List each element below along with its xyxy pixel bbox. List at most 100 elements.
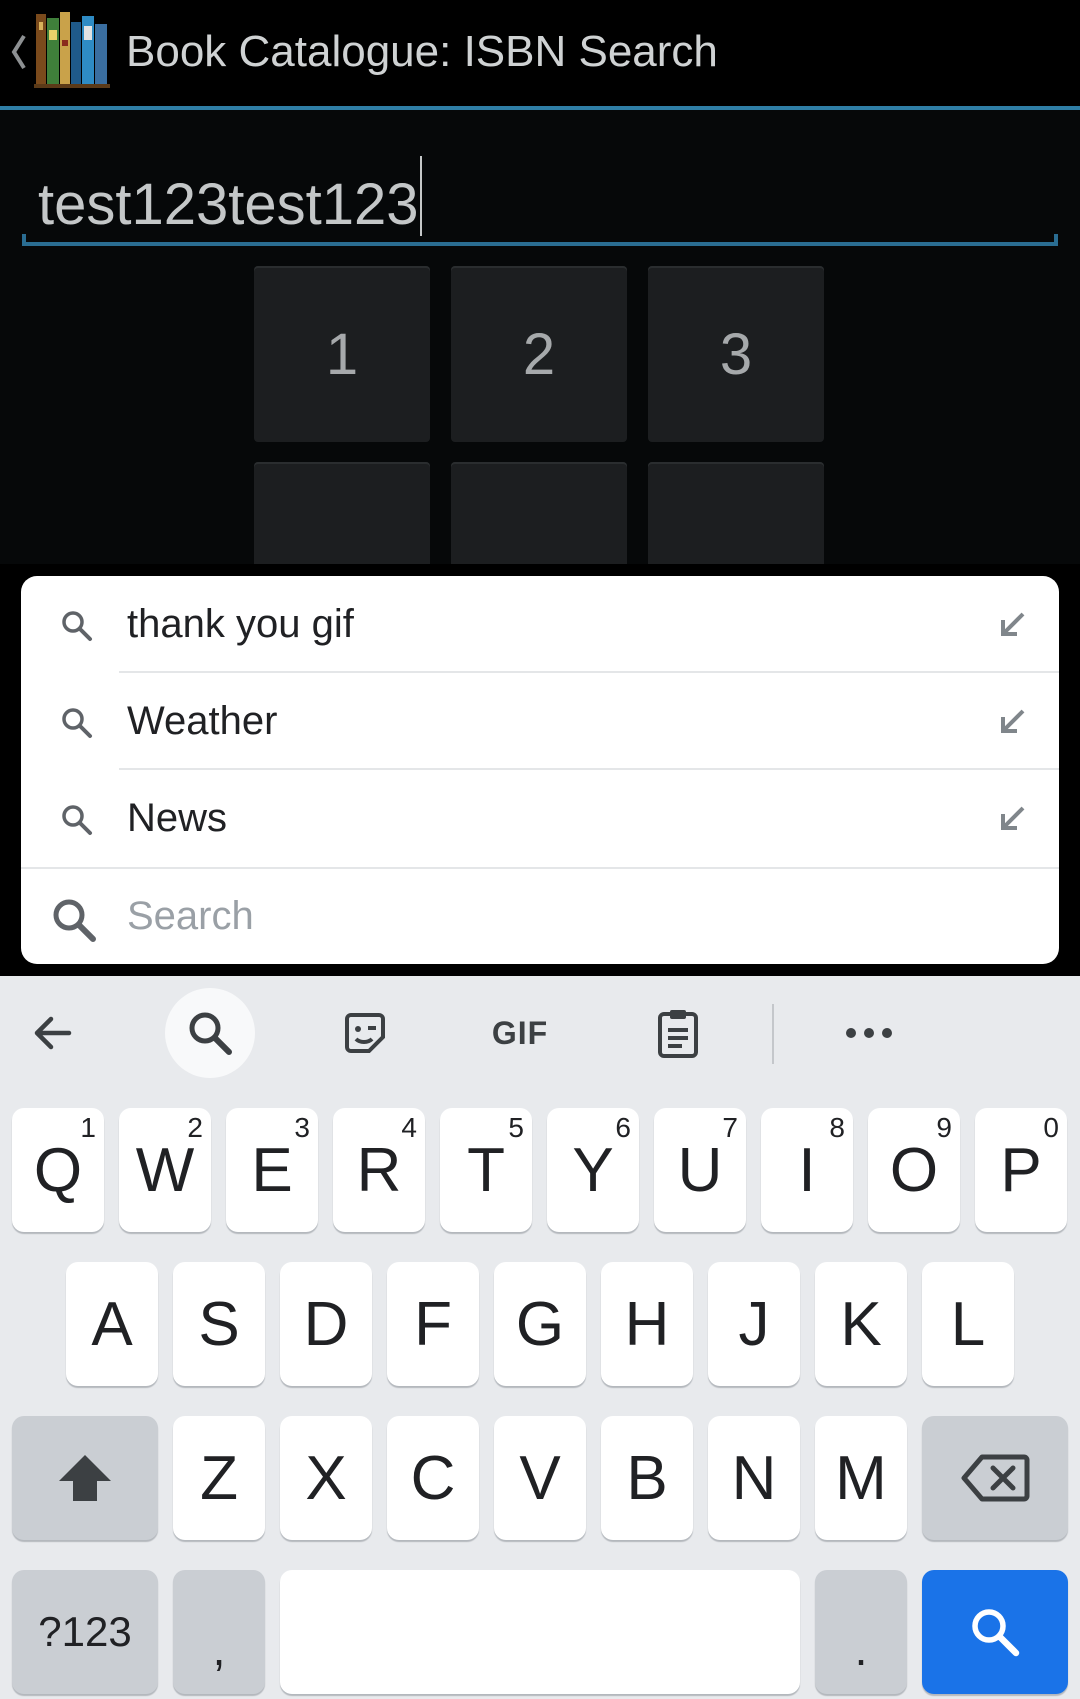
action-bar-divider — [0, 106, 1080, 110]
key-d[interactable]: D — [280, 1262, 372, 1386]
key-y[interactable]: Y6 — [547, 1108, 639, 1232]
key-s[interactable]: S — [173, 1262, 265, 1386]
backspace-key[interactable] — [922, 1416, 1068, 1540]
isbn-input-text: test123test123 — [38, 156, 422, 240]
comma-key[interactable]: , — [173, 1570, 265, 1694]
gif-icon[interactable]: GIF — [475, 988, 565, 1078]
isbn-input[interactable]: test123test123 — [22, 142, 1058, 246]
suggestion-item[interactable]: thank you gif — [21, 576, 1059, 673]
key-v[interactable]: V — [494, 1416, 586, 1540]
search-icon — [53, 899, 96, 942]
key-t[interactable]: T5 — [440, 1108, 532, 1232]
key-k[interactable]: K — [815, 1262, 907, 1386]
key-l[interactable]: L — [922, 1262, 1014, 1386]
key-label: Q — [33, 1135, 83, 1205]
search-icon — [62, 708, 92, 738]
app-logo-icon[interactable] — [34, 10, 110, 90]
arrow-up-left-icon[interactable] — [991, 701, 1031, 741]
space-key[interactable] — [280, 1570, 800, 1694]
backspace-icon — [961, 1454, 1030, 1502]
key-hint: 1 — [80, 1112, 96, 1143]
arrow-up-left-icon[interactable] — [991, 604, 1031, 644]
numpad-key-3[interactable]: 3 — [648, 266, 824, 442]
key-label: E — [251, 1135, 293, 1205]
key-hint: 7 — [722, 1112, 738, 1143]
shift-key[interactable] — [12, 1416, 158, 1540]
keyboard-toolbar: GIF — [0, 976, 1080, 1092]
key-h[interactable]: H — [601, 1262, 693, 1386]
key-label: R — [356, 1135, 402, 1205]
key-e[interactable]: E3 — [226, 1108, 318, 1232]
key-b[interactable]: B — [601, 1416, 693, 1540]
key-n[interactable]: N — [708, 1416, 800, 1540]
key-hint: 6 — [615, 1112, 631, 1143]
back-arrow-icon[interactable] — [8, 988, 98, 1078]
more-icon[interactable] — [824, 988, 914, 1078]
key-c[interactable]: C — [387, 1416, 479, 1540]
period-label: . — [854, 1623, 868, 1675]
text-caret — [419, 156, 422, 236]
toolbar-divider — [772, 1004, 774, 1064]
suggestion-item[interactable]: Weather — [21, 673, 1059, 770]
key-g[interactable]: G — [494, 1262, 586, 1386]
key-z[interactable]: Z — [173, 1416, 265, 1540]
suggestion-label: Weather — [127, 699, 278, 743]
key-m[interactable]: M — [815, 1416, 907, 1540]
key-hint: 2 — [187, 1112, 203, 1143]
key-u[interactable]: U7 — [654, 1108, 746, 1232]
key-q[interactable]: Q1 — [12, 1108, 104, 1232]
numpad-key-4[interactable]: 4 — [254, 462, 430, 564]
numpad-key-2[interactable]: 2 — [451, 266, 627, 442]
chevron-left-icon[interactable] — [8, 22, 30, 82]
search-suggestions: thank you gif Weather News Search — [21, 576, 1059, 964]
input-underline-tick — [1054, 234, 1058, 246]
search-placeholder: Search — [127, 894, 254, 938]
key-w[interactable]: W2 — [119, 1108, 211, 1232]
keyboard: GIF Q1 W2 E3 R4 T5 Y6 U7 I8 O9 P0 A S D … — [0, 976, 1080, 1699]
search-action-key[interactable] — [922, 1570, 1068, 1694]
suggestion-label: thank you gif — [127, 602, 354, 646]
key-label: Y — [572, 1135, 614, 1205]
key-label: T — [467, 1135, 505, 1205]
search-icon — [62, 805, 92, 835]
clipboard-icon[interactable] — [633, 988, 723, 1078]
key-hint: 9 — [936, 1112, 952, 1143]
key-hint: 3 — [294, 1112, 310, 1143]
symbols-key[interactable]: ?123 — [12, 1570, 158, 1694]
search-icon — [972, 1609, 1020, 1657]
key-i[interactable]: I8 — [761, 1108, 853, 1232]
key-label: I — [798, 1135, 816, 1205]
arrow-up-left-icon[interactable] — [991, 798, 1031, 838]
key-x[interactable]: X — [280, 1416, 372, 1540]
key-f[interactable]: F — [387, 1262, 479, 1386]
suggestion-label: News — [127, 796, 228, 840]
key-o[interactable]: O9 — [868, 1108, 960, 1232]
key-hint: 0 — [1043, 1112, 1059, 1143]
suggestion-item[interactable]: News — [21, 770, 1059, 867]
isbn-value: test123test123 — [38, 172, 419, 237]
key-j[interactable]: J — [708, 1262, 800, 1386]
numpad-key-1[interactable]: 1 — [254, 266, 430, 442]
app-title: Book Catalogue: ISBN Search — [126, 27, 718, 76]
key-hint: 4 — [401, 1112, 417, 1143]
action-bar: Book Catalogue: ISBN Search — [0, 0, 1080, 110]
key-label: O — [889, 1135, 939, 1205]
key-label: W — [135, 1135, 195, 1205]
comma-label: , — [212, 1623, 226, 1675]
numpad-key-5[interactable]: 5 — [451, 462, 627, 564]
key-hint: 8 — [829, 1112, 845, 1143]
key-label: P — [1000, 1135, 1042, 1205]
app-screen: Book Catalogue: ISBN Search test123test1… — [0, 0, 1080, 564]
numpad-key-6[interactable]: 6 — [648, 462, 824, 564]
search-icon[interactable] — [165, 988, 255, 1078]
key-p[interactable]: P0 — [975, 1108, 1067, 1232]
key-a[interactable]: A — [66, 1262, 158, 1386]
key-hint: 5 — [508, 1112, 524, 1143]
key-label: U — [677, 1135, 723, 1205]
key-r[interactable]: R4 — [333, 1108, 425, 1232]
sticker-icon[interactable] — [320, 988, 410, 1078]
period-key[interactable]: . — [815, 1570, 907, 1694]
input-underline-tick — [22, 234, 26, 246]
input-underline — [22, 242, 1058, 246]
search-field[interactable]: Search — [21, 869, 1059, 964]
